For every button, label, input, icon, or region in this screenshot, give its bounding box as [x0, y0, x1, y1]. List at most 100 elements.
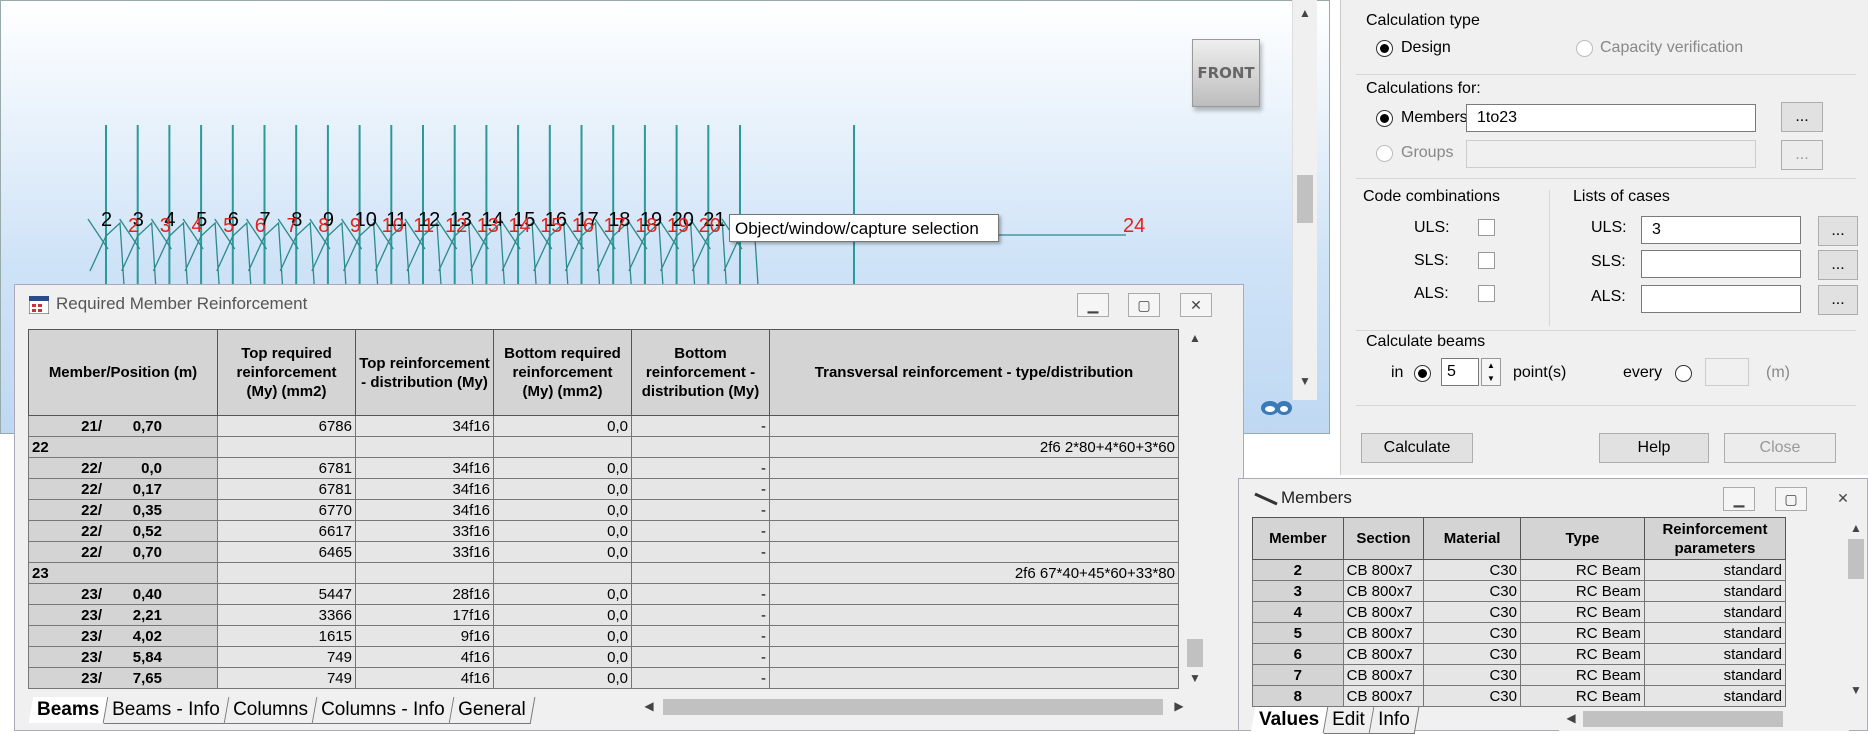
- member-cell[interactable]: 21/0,70: [28, 415, 218, 437]
- bot-req-cell[interactable]: 0,0: [493, 520, 632, 542]
- type-cell[interactable]: RC Beam: [1519, 643, 1645, 665]
- member-cell[interactable]: 6: [1252, 643, 1344, 665]
- tab-beams-info[interactable]: Beams - Info: [103, 697, 230, 724]
- section-cell[interactable]: CB 800x7: [1342, 580, 1425, 602]
- params-cell[interactable]: standard: [1643, 664, 1787, 686]
- lists-uls-browse-button[interactable]: ...: [1818, 216, 1858, 246]
- member-cell[interactable]: 22/0,0: [28, 457, 218, 479]
- table-row[interactable]: 2 CB 800x7 C30 RC Beam standard: [1252, 559, 1787, 581]
- top-dist-cell[interactable]: 28f16: [355, 583, 494, 605]
- bot-dist-cell[interactable]: -: [631, 499, 770, 521]
- table-row[interactable]: 22/0,17 6781 34f16 0,0-: [28, 478, 1179, 500]
- table-row[interactable]: 23/2,21 3366 17f16 0,0-: [28, 604, 1179, 626]
- maximize-icon[interactable]: ▢: [1128, 293, 1160, 317]
- bot-req-cell[interactable]: 0,0: [493, 541, 632, 563]
- points-radio[interactable]: [1414, 365, 1431, 382]
- col-header-type[interactable]: Type: [1519, 517, 1645, 560]
- table-row[interactable]: 6 CB 800x7 C30 RC Beam standard: [1252, 643, 1787, 665]
- params-cell[interactable]: standard: [1643, 559, 1787, 581]
- bot-req-cell[interactable]: 0,0: [493, 604, 632, 626]
- top-dist-cell[interactable]: 34f16: [355, 499, 494, 521]
- table-row[interactable]: 22/0,70 6465 33f16 0,0-: [28, 541, 1179, 563]
- transversal-cell[interactable]: [769, 541, 1179, 563]
- top-dist-cell[interactable]: 4f16: [355, 646, 494, 668]
- params-cell[interactable]: standard: [1643, 580, 1787, 602]
- bot-req-cell[interactable]: [493, 562, 632, 584]
- maximize-icon[interactable]: ▢: [1775, 487, 1807, 511]
- groups-radio[interactable]: [1376, 145, 1393, 162]
- tab-columns[interactable]: Columns: [224, 697, 318, 724]
- table-row[interactable]: 4 CB 800x7 C30 RC Beam standard: [1252, 601, 1787, 623]
- table-row[interactable]: 22/0,35 6770 34f16 0,0-: [28, 499, 1179, 521]
- scroll-thumb[interactable]: [663, 699, 1163, 715]
- bot-req-cell[interactable]: 0,0: [493, 499, 632, 521]
- lists-sls-browse-button[interactable]: ...: [1818, 250, 1858, 280]
- material-cell[interactable]: C30: [1423, 664, 1521, 686]
- bot-dist-cell[interactable]: -: [631, 604, 770, 626]
- bot-req-cell[interactable]: 0,0: [493, 583, 632, 605]
- design-radio[interactable]: [1376, 40, 1393, 57]
- material-cell[interactable]: C30: [1423, 580, 1521, 602]
- tab-info[interactable]: Info: [1369, 707, 1420, 734]
- bot-req-cell[interactable]: 0,0: [493, 478, 632, 500]
- lists-sls-input[interactable]: [1641, 250, 1801, 278]
- params-cell[interactable]: standard: [1643, 622, 1787, 644]
- points-spinner[interactable]: ▲ ▼: [1481, 358, 1501, 386]
- top-req-cell[interactable]: 6781: [217, 478, 356, 500]
- member-cell[interactable]: 8: [1252, 685, 1344, 707]
- table-row[interactable]: 22 2f6 2*80+4*60+3*60: [28, 436, 1179, 458]
- col-header-bot-dist[interactable]: Bottom reinforcement - distribution (My): [631, 329, 770, 416]
- close-icon[interactable]: ✕: [1180, 293, 1212, 317]
- points-input[interactable]: 5: [1441, 358, 1479, 386]
- top-req-cell[interactable]: 749: [217, 667, 356, 689]
- groups-browse-button[interactable]: ...: [1781, 140, 1823, 170]
- groups-input[interactable]: [1466, 140, 1756, 168]
- col-header-section[interactable]: Section: [1342, 517, 1425, 560]
- type-cell[interactable]: RC Beam: [1519, 580, 1645, 602]
- bot-dist-cell[interactable]: -: [631, 583, 770, 605]
- member-cell[interactable]: 22: [28, 436, 218, 458]
- member-cell[interactable]: 23/2,21: [28, 604, 218, 626]
- top-req-cell[interactable]: 5447: [217, 583, 356, 605]
- reinforcement-vertical-scrollbar[interactable]: ▲ ▼: [1183, 329, 1207, 689]
- transversal-cell[interactable]: [769, 457, 1179, 479]
- bot-req-cell[interactable]: [493, 436, 632, 458]
- scroll-down-icon[interactable]: ▼: [1297, 374, 1313, 390]
- top-dist-cell[interactable]: [355, 436, 494, 458]
- members-browse-button[interactable]: ...: [1781, 102, 1823, 132]
- every-radio[interactable]: [1675, 365, 1692, 382]
- transversal-cell[interactable]: 2f6 67*40+45*60+33*80: [769, 562, 1179, 584]
- top-dist-cell[interactable]: 9f16: [355, 625, 494, 647]
- params-cell[interactable]: standard: [1643, 601, 1787, 623]
- code-als-checkbox[interactable]: [1478, 285, 1495, 302]
- col-header-params[interactable]: Reinforcement parameters: [1643, 517, 1787, 560]
- lists-als-input[interactable]: [1641, 285, 1801, 313]
- top-req-cell[interactable]: 6781: [217, 457, 356, 479]
- close-icon[interactable]: ✕: [1827, 487, 1859, 511]
- table-row[interactable]: 23/4,02 1615 9f16 0,0-: [28, 625, 1179, 647]
- scroll-down-icon[interactable]: ▼: [1187, 671, 1203, 687]
- transversal-cell[interactable]: [769, 604, 1179, 626]
- reinforcement-horizontal-scrollbar[interactable]: ◀ ▶: [627, 695, 1187, 719]
- top-req-cell[interactable]: 1615: [217, 625, 356, 647]
- member-cell[interactable]: 23/5,84: [28, 646, 218, 668]
- top-dist-cell[interactable]: 33f16: [355, 541, 494, 563]
- type-cell[interactable]: RC Beam: [1519, 685, 1645, 707]
- lists-als-browse-button[interactable]: ...: [1818, 285, 1858, 315]
- top-req-cell[interactable]: 6770: [217, 499, 356, 521]
- col-header-top-dist[interactable]: Top reinforcement - distribution (My): [355, 329, 494, 416]
- bot-dist-cell[interactable]: -: [631, 667, 770, 689]
- top-dist-cell[interactable]: 34f16: [355, 457, 494, 479]
- members-vertical-scrollbar[interactable]: ▲ ▼: [1846, 519, 1866, 699]
- code-uls-checkbox[interactable]: [1478, 219, 1495, 236]
- material-cell[interactable]: C30: [1423, 559, 1521, 581]
- members-input[interactable]: 1to23: [1466, 104, 1756, 132]
- member-cell[interactable]: 4: [1252, 601, 1344, 623]
- capacity-radio[interactable]: [1576, 40, 1593, 57]
- scroll-up-icon[interactable]: ▲: [1848, 521, 1864, 537]
- bot-req-cell[interactable]: 0,0: [493, 646, 632, 668]
- tab-general[interactable]: General: [449, 697, 535, 724]
- bot-dist-cell[interactable]: -: [631, 478, 770, 500]
- scroll-up-icon[interactable]: ▲: [1297, 6, 1313, 22]
- section-cell[interactable]: CB 800x7: [1342, 643, 1425, 665]
